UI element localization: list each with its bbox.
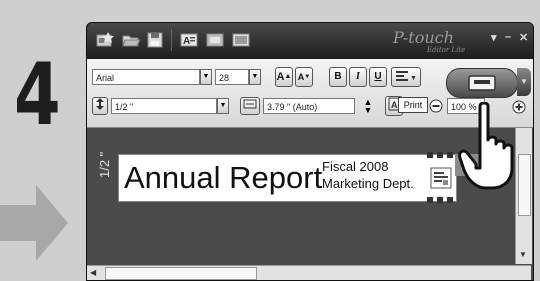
menu-dropdown-button[interactable]: ▾ — [491, 31, 497, 44]
app-logo: P-touch — [393, 28, 454, 47]
grow-font-button[interactable]: A▲ — [275, 67, 293, 87]
printer-icon — [468, 75, 496, 91]
arrow-right-icon — [0, 185, 68, 261]
zoom-out-icon[interactable] — [429, 99, 443, 113]
insert-text-icon[interactable]: A — [179, 31, 199, 49]
tape-width-dropdown[interactable]: ▼ — [217, 98, 229, 114]
svg-text:A: A — [391, 100, 398, 110]
insert-frame-icon[interactable] — [205, 31, 225, 49]
font-size-dropdown[interactable]: ▼ — [249, 69, 261, 85]
selection-handle[interactable] — [427, 197, 433, 203]
font-name-field[interactable]: Arial — [92, 69, 200, 85]
align-left-icon: ▼ — [396, 71, 417, 82]
svg-text:▼: ▼ — [410, 75, 417, 82]
shrink-font-button[interactable]: A▼ — [295, 67, 313, 87]
label-line-2[interactable]: Marketing Dept. — [322, 176, 414, 191]
font-size-field[interactable]: 28 — [215, 69, 249, 85]
align-button[interactable]: ▼ — [391, 67, 421, 87]
grow-font-label: A — [276, 71, 285, 83]
label-preview[interactable]: Annual Report Fiscal 2008 Marketing Dept… — [118, 152, 457, 203]
svg-text:A: A — [183, 36, 190, 47]
tape-size-indicator: 1/2 " — [97, 151, 112, 178]
open-icon[interactable] — [121, 31, 141, 49]
app-logo-subtitle: Editor Lite — [427, 46, 466, 54]
selection-handle[interactable] — [447, 152, 453, 158]
label-length-glyph-icon — [243, 99, 257, 109]
font-name-dropdown[interactable]: ▼ — [200, 69, 212, 85]
bold-button[interactable]: B — [329, 67, 347, 87]
underline-button[interactable]: U — [369, 67, 387, 87]
selection-handle[interactable] — [427, 152, 433, 158]
italic-button[interactable]: I — [349, 67, 367, 87]
print-tooltip: Print — [398, 97, 428, 113]
selection-handle[interactable] — [447, 197, 453, 203]
label-length-icon[interactable] — [240, 97, 260, 115]
step-number: 4 — [14, 45, 61, 145]
scrollbar-thumb[interactable] — [105, 267, 257, 280]
tape-width-glyph-icon — [96, 98, 104, 110]
selection-handle[interactable] — [437, 197, 443, 203]
new-label-icon[interactable] — [95, 31, 115, 49]
scroll-down-icon[interactable]: ▼ — [519, 250, 527, 259]
print-button[interactable] — [446, 68, 518, 98]
label-length-stepper[interactable]: ▲ ▼ — [362, 98, 374, 115]
label-main-text[interactable]: Annual Report — [124, 160, 322, 196]
hand-cursor-icon — [458, 102, 514, 190]
tape-width-field[interactable]: 1/2 " — [111, 98, 217, 114]
insert-image-icon[interactable] — [231, 31, 251, 49]
save-icon[interactable] — [145, 31, 165, 49]
label-line-1[interactable]: Fiscal 2008 — [322, 159, 388, 174]
text-properties-icon[interactable] — [430, 167, 452, 189]
selection-handle[interactable] — [437, 152, 443, 158]
label-length-field[interactable]: 3.79 " (Auto) — [263, 98, 355, 114]
title-bar: A P-touch Editor Lite ▾ – ✕ — [87, 23, 533, 59]
close-button[interactable]: ✕ — [519, 31, 528, 44]
print-options-dropdown[interactable]: ▼ — [517, 68, 531, 96]
tape-width-icon[interactable] — [92, 97, 108, 115]
scroll-left-icon[interactable]: ◀ — [90, 268, 96, 277]
minimize-button[interactable]: – — [505, 31, 511, 43]
divider — [171, 29, 172, 51]
